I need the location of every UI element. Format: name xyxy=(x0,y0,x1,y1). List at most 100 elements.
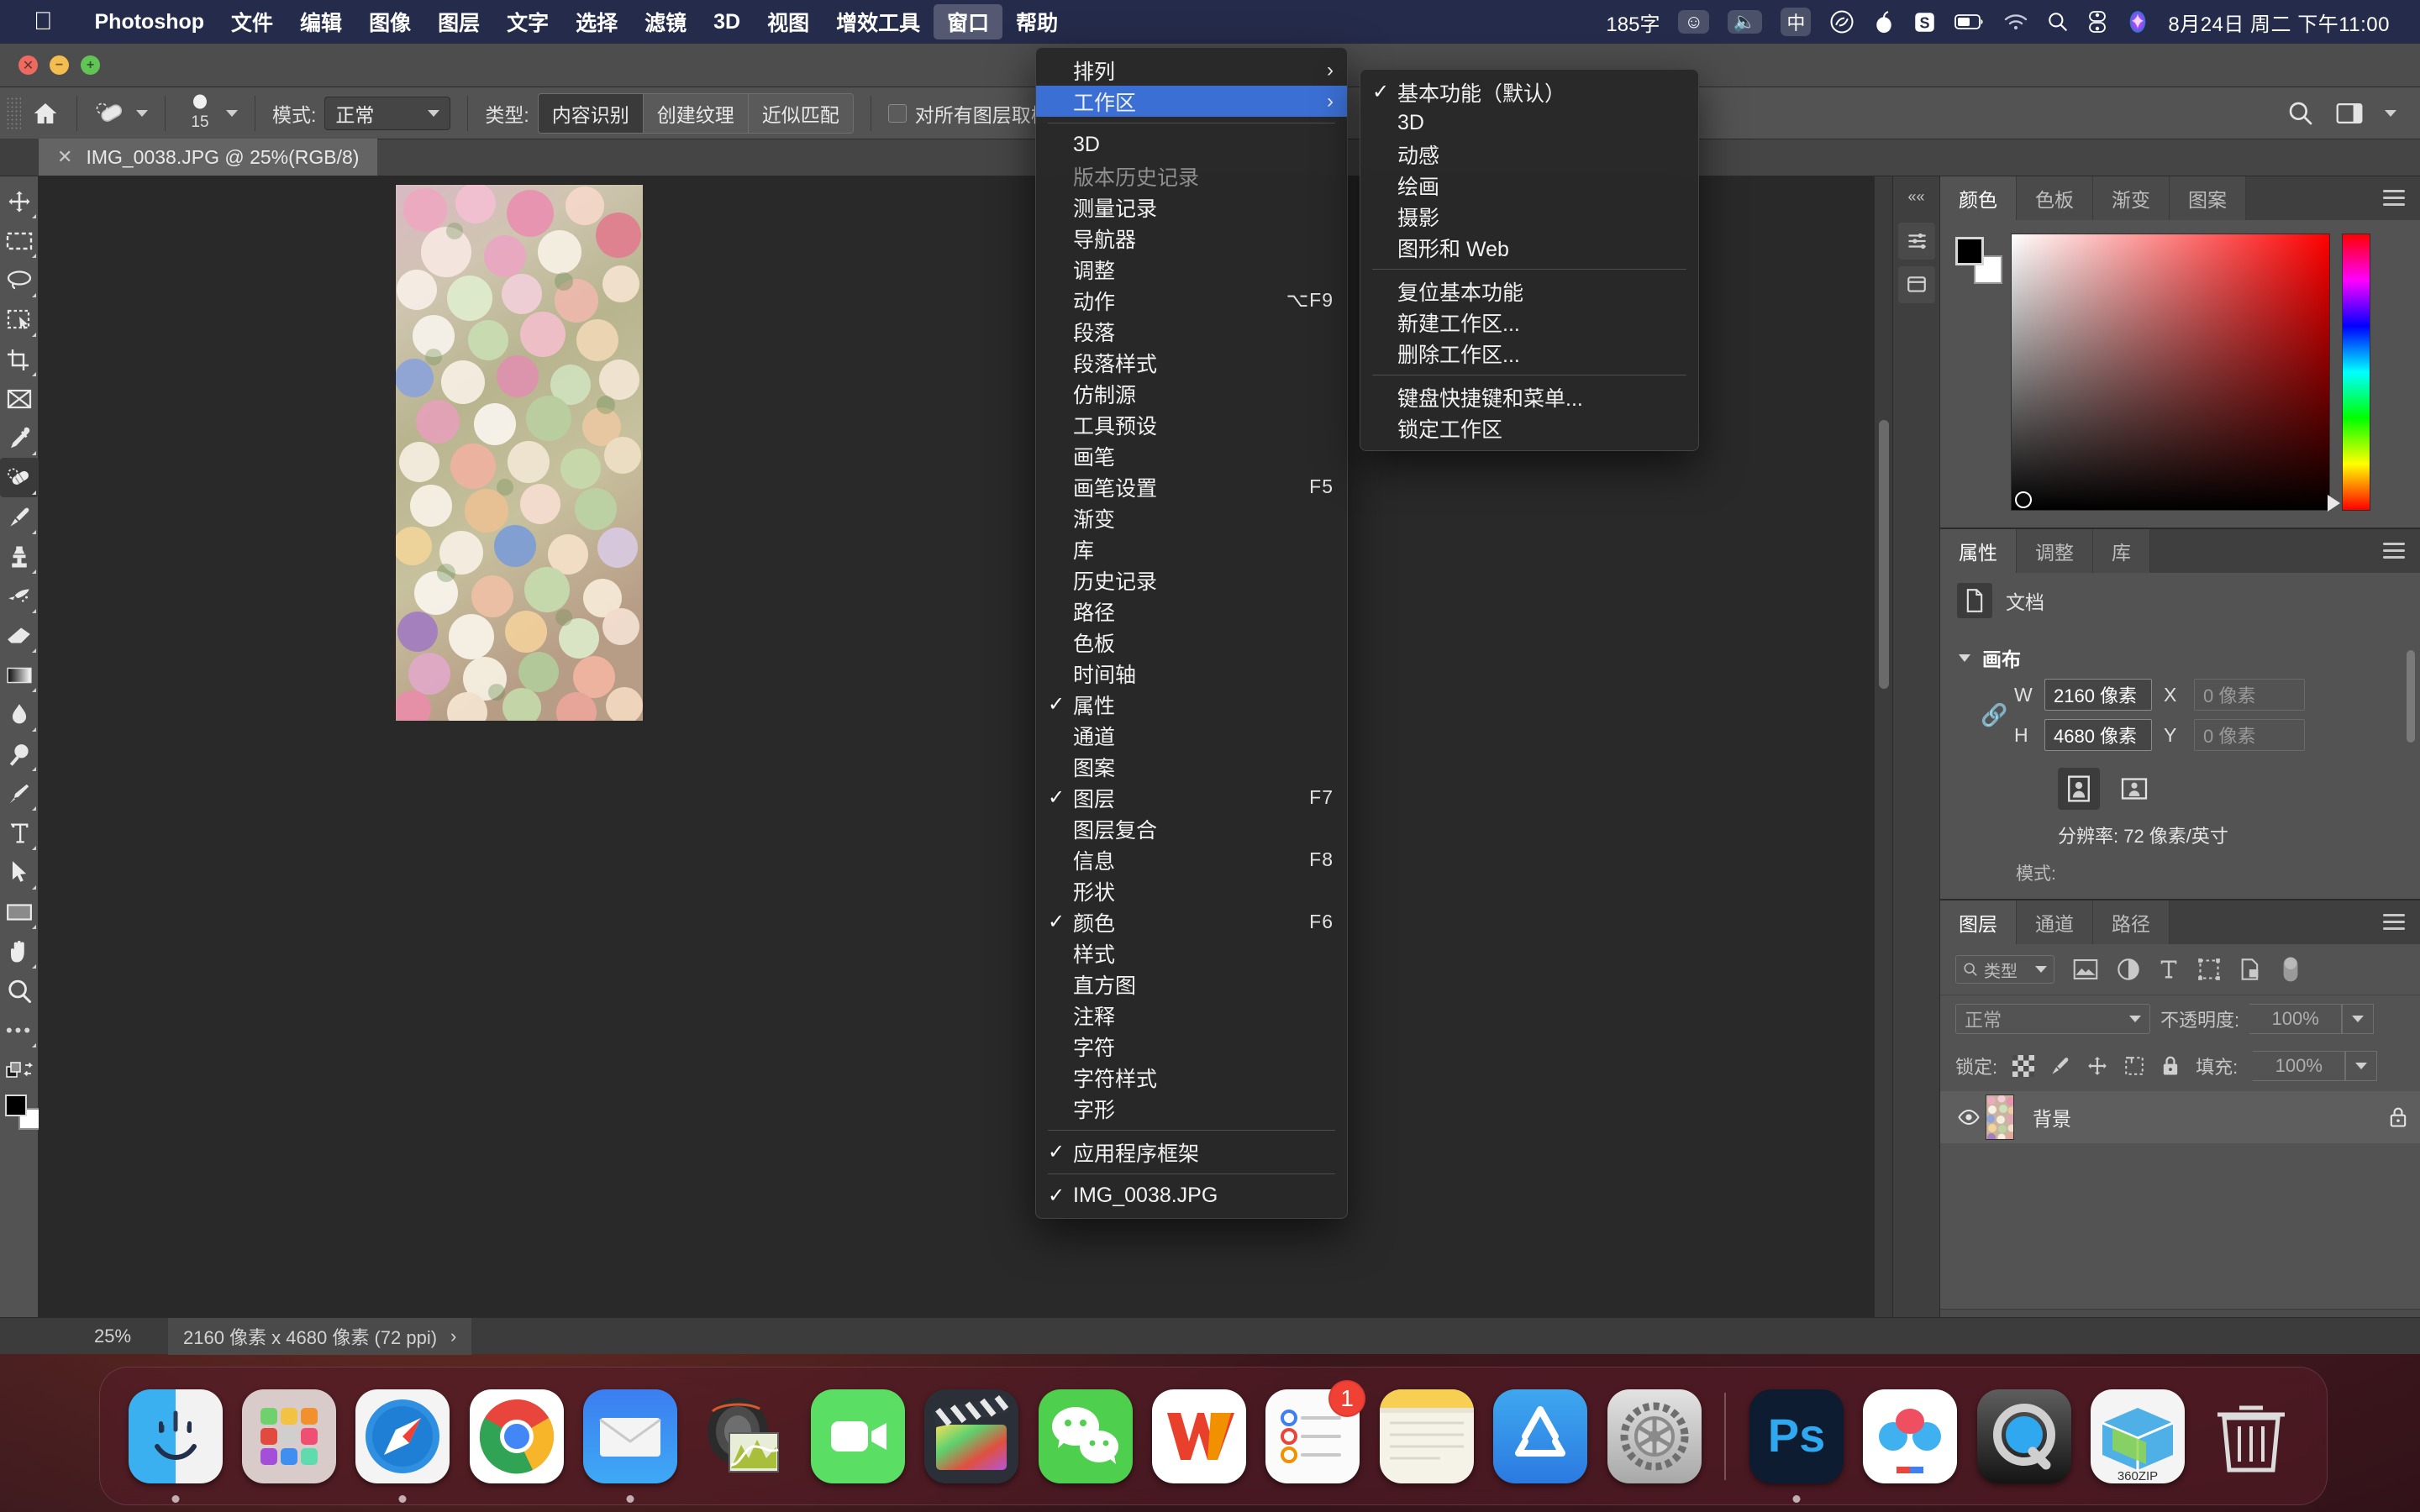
menu-item-paths[interactable]: 路径 xyxy=(1036,596,1347,627)
menubar-item-view[interactable]: 视图 xyxy=(754,4,823,39)
layer-row-background[interactable]: 背景 xyxy=(1940,1091,2420,1143)
eyedropper-tool[interactable] xyxy=(0,418,39,458)
menu-item-gradients[interactable]: 渐变 xyxy=(1036,502,1347,533)
canvas-vertical-scrollbar[interactable] xyxy=(1874,176,1892,1336)
menu-item-swatches[interactable]: 色板 xyxy=(1036,627,1347,658)
submenu-item-graphic-and-web[interactable]: 图形和 Web xyxy=(1360,232,1698,263)
menu-item-arrange[interactable]: 排列 › xyxy=(1036,55,1347,86)
menu-item-character-styles[interactable]: 字符样式 xyxy=(1036,1062,1347,1093)
dock-item-trash[interactable] xyxy=(2201,1383,2302,1489)
crop-tool[interactable] xyxy=(0,339,39,379)
object-selection-tool[interactable] xyxy=(0,300,39,339)
menu-item-glyphs[interactable]: 字形 xyxy=(1036,1093,1347,1124)
menubar-item-select[interactable]: 选择 xyxy=(562,4,631,39)
microphone-icon[interactable]: 🔈 xyxy=(1727,10,1763,34)
landscape-orientation-button[interactable] xyxy=(2113,768,2155,810)
gradient-tool[interactable] xyxy=(0,655,39,695)
menu-item-measurement-log[interactable]: 测量记录 xyxy=(1036,192,1347,223)
menu-item-paragraph[interactable]: 段落 xyxy=(1036,316,1347,347)
clone-stamp-tool[interactable] xyxy=(0,537,39,576)
tab-layers[interactable]: 图层 xyxy=(1940,900,2017,944)
layers-empty-space[interactable] xyxy=(1940,1143,2420,1309)
pen-tool[interactable] xyxy=(0,774,39,813)
scrollbar-thumb[interactable] xyxy=(1879,420,1889,689)
brush-tool[interactable] xyxy=(0,497,39,537)
dock-item-safari[interactable] xyxy=(352,1383,454,1503)
type-tool[interactable] xyxy=(0,813,39,853)
apple-logo-icon[interactable]:  xyxy=(34,9,53,34)
opacity-value[interactable]: 100% xyxy=(2249,1004,2343,1034)
filter-toggle-icon[interactable] xyxy=(2280,954,2302,984)
shape-filter-icon[interactable] xyxy=(2197,958,2221,981)
dock-item-notes[interactable] xyxy=(1376,1383,1477,1489)
hue-slider[interactable] xyxy=(2328,234,2370,512)
menu-item-navigator[interactable]: 导航器 xyxy=(1036,223,1347,254)
tab-gradients[interactable]: 渐变 xyxy=(2093,176,2170,220)
quick-mask-and-swap[interactable] xyxy=(0,1050,39,1089)
current-tool-preset[interactable] xyxy=(89,98,153,129)
dock-item-photoshop[interactable]: Ps xyxy=(1745,1383,1847,1503)
home-button[interactable] xyxy=(26,100,65,127)
wifi-icon[interactable] xyxy=(2003,13,2028,31)
menu-item-histogram[interactable]: 直方图 xyxy=(1036,969,1347,1000)
menubar-item-image[interactable]: 图像 xyxy=(355,4,424,39)
type-filter-icon[interactable] xyxy=(2159,958,2179,981)
dock-item-finder[interactable] xyxy=(124,1383,226,1503)
layer-filter-select[interactable]: 类型 xyxy=(1955,955,2054,984)
zoom-button[interactable]: + xyxy=(81,55,100,75)
dock-item-launchpad[interactable] xyxy=(238,1383,339,1489)
fill-stepper[interactable] xyxy=(2345,1051,2378,1081)
type-option-proximity-match[interactable]: 近似匹配 xyxy=(748,93,853,133)
onion-app-icon[interactable] xyxy=(1873,9,1895,34)
submenu-item-delete-workspace[interactable]: 删除工作区... xyxy=(1360,338,1698,369)
width-field[interactable]: 2160 像素 xyxy=(2044,679,2152,711)
sogou-s-icon[interactable]: S xyxy=(1913,11,1936,34)
menu-item-brush-settings[interactable]: 画笔设置 F5 xyxy=(1036,471,1347,502)
menubar-item-photoshop[interactable]: Photoshop xyxy=(82,8,218,37)
link-chain-icon[interactable]: 🔗 xyxy=(1981,702,2007,728)
dock-item-reminders[interactable]: 1 xyxy=(1262,1379,1366,1489)
layer-blend-mode-select[interactable]: 正常 xyxy=(1955,1004,2150,1034)
sample-all-layers-checkbox[interactable] xyxy=(887,103,907,123)
spot-healing-brush-tool[interactable] xyxy=(0,458,39,497)
chevron-down-icon[interactable] xyxy=(226,109,238,117)
chevron-right-icon[interactable]: › xyxy=(450,1326,456,1347)
minimize-button[interactable]: − xyxy=(50,55,69,75)
color-swatches[interactable] xyxy=(0,1093,40,1140)
y-field[interactable]: 0 像素 xyxy=(2194,719,2305,751)
sample-all-layers-group[interactable]: 对所有图层取样 xyxy=(883,99,1055,128)
menubar-item-edit[interactable]: 编辑 xyxy=(287,4,355,39)
menu-item-paragraph-styles[interactable]: 段落样式 xyxy=(1036,347,1347,378)
close-tab-icon[interactable]: ✕ xyxy=(57,146,72,168)
menu-item-workspace[interactable]: 工作区 › xyxy=(1036,86,1347,117)
options-bar-grip[interactable] xyxy=(6,96,21,130)
frame-tool[interactable] xyxy=(0,379,39,418)
tab-paths[interactable]: 路径 xyxy=(2093,900,2170,944)
color-panel-swatches[interactable] xyxy=(1955,237,2002,284)
lock-transparency-icon[interactable] xyxy=(2012,1055,2035,1077)
hue-slider-handle[interactable] xyxy=(2328,495,2340,512)
tab-adjustments[interactable]: 调整 xyxy=(2017,529,2093,573)
dock-item-facetime[interactable] xyxy=(807,1383,908,1489)
layer-visibility-toggle[interactable] xyxy=(1952,1109,1986,1126)
canvas-section-header[interactable]: 画布 xyxy=(1940,637,2420,679)
document-tab[interactable]: ✕ IMG_0038.JPG @ 25%(RGB/8) xyxy=(39,139,378,176)
more-tools[interactable]: ••• xyxy=(0,1011,39,1050)
x-field[interactable]: 0 像素 xyxy=(2194,679,2305,711)
history-brush-tool[interactable] xyxy=(0,576,39,616)
menu-item-document-img0038[interactable]: ✓ IMG_0038.JPG xyxy=(1036,1180,1347,1211)
opacity-stepper[interactable] xyxy=(2342,1004,2375,1034)
dock-item-lightroom-classic[interactable] xyxy=(693,1383,795,1489)
menubar-item-3d[interactable]: 3D xyxy=(700,8,754,37)
submenu-item-reset-essentials[interactable]: 复位基本功能 xyxy=(1360,276,1698,307)
menu-item-channels[interactable]: 通道 xyxy=(1036,720,1347,751)
dock-item-baidu-netdisk[interactable] xyxy=(1860,1383,1961,1489)
menubar-item-filter[interactable]: 滤镜 xyxy=(631,4,700,39)
menu-item-tool-presets[interactable]: 工具预设 xyxy=(1036,409,1347,440)
lock-position-icon[interactable] xyxy=(2086,1055,2108,1077)
foreground-color-swatch[interactable] xyxy=(5,1095,27,1116)
menubar-item-type[interactable]: 文字 xyxy=(493,4,562,39)
close-button[interactable]: ✕ xyxy=(18,55,38,75)
hand-tool[interactable] xyxy=(0,932,39,971)
menu-item-layers[interactable]: ✓ 图层 F7 xyxy=(1036,782,1347,813)
